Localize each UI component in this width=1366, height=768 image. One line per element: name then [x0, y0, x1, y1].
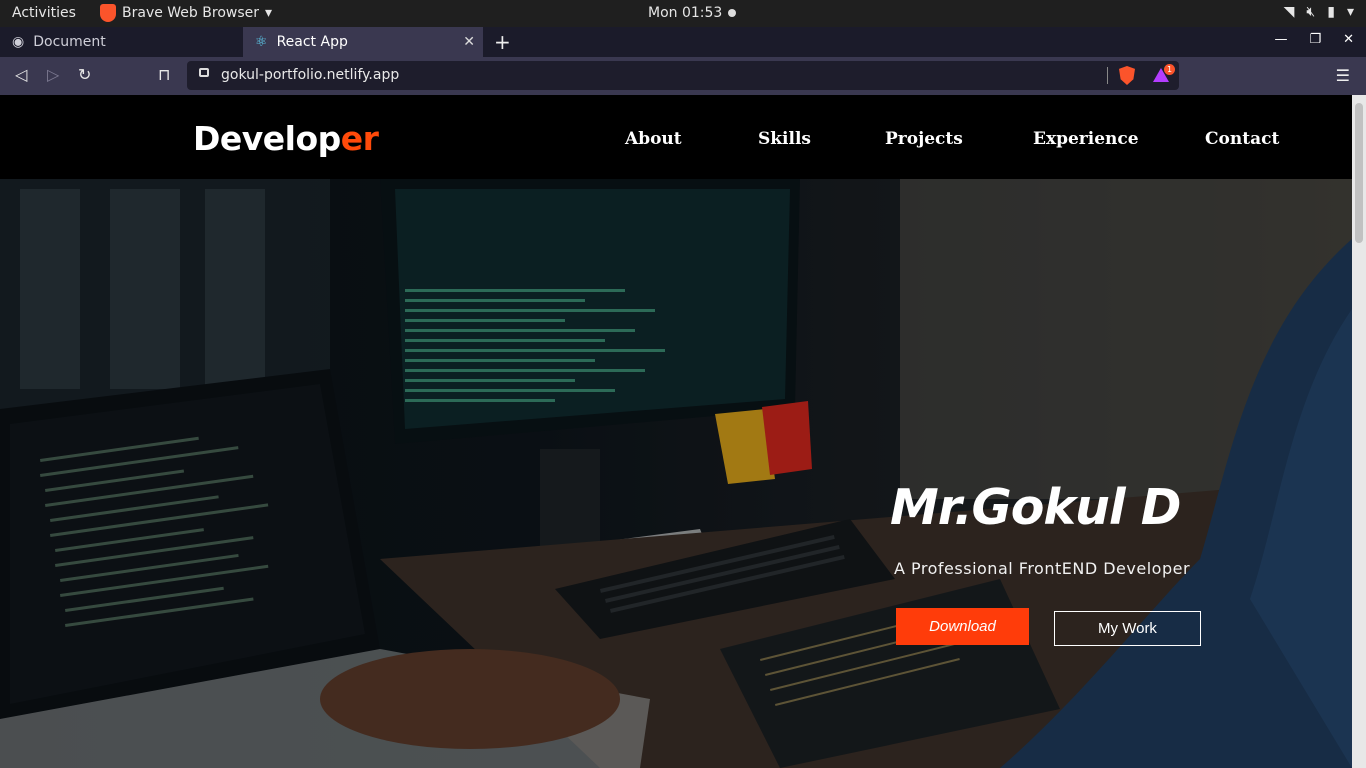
- lock-icon: [199, 68, 209, 77]
- new-tab-button[interactable]: +: [494, 30, 511, 54]
- page-viewport: Developer About Skills Projects Experien…: [0, 95, 1352, 768]
- nav-experience[interactable]: Experience: [1033, 129, 1139, 149]
- window-controls: — ❐ ✕: [1274, 32, 1354, 47]
- react-icon: ⚛: [255, 34, 268, 50]
- wifi-icon[interactable]: ◥: [1284, 4, 1295, 20]
- tab-react-app[interactable]: ⚛ React App ✕: [243, 27, 483, 57]
- rewards-badge: 1: [1164, 64, 1175, 75]
- back-button[interactable]: ◁: [15, 65, 27, 84]
- logo-main-text: Develop: [193, 119, 341, 158]
- site-logo[interactable]: Developer: [193, 119, 379, 158]
- hero-name: Mr.Gokul D: [890, 479, 1181, 536]
- divider: [1107, 67, 1108, 84]
- clock[interactable]: Mon 01:53: [648, 5, 737, 21]
- tab-title: React App: [276, 34, 348, 50]
- bookmark-icon[interactable]: ⊓: [158, 65, 170, 84]
- url-text[interactable]: gokul-portfolio.netlify.app: [221, 67, 399, 83]
- nav-contact[interactable]: Contact: [1205, 129, 1279, 149]
- battery-icon[interactable]: ▮: [1327, 4, 1335, 20]
- address-bar[interactable]: gokul-portfolio.netlify.app 1: [187, 61, 1179, 90]
- notification-dot-icon: [728, 9, 737, 17]
- hero-subtitle: A Professional FrontEND Developer: [894, 559, 1191, 578]
- brave-lion-icon: [100, 4, 116, 22]
- close-window-icon[interactable]: ✕: [1343, 32, 1354, 47]
- nav-about[interactable]: About: [625, 129, 682, 149]
- site-header: Developer About Skills Projects Experien…: [0, 95, 1352, 179]
- system-tray[interactable]: ◥ 🔇︎ ▮ ▾: [1284, 4, 1354, 20]
- page-scrollbar[interactable]: [1352, 95, 1366, 768]
- menu-icon[interactable]: ☰: [1336, 66, 1350, 85]
- browser-toolbar: ◁ ▷ ↻ ⊓ gokul-portfolio.netlify.app 1 ☰: [0, 57, 1366, 95]
- chevron-down-icon[interactable]: ▾: [1347, 4, 1354, 20]
- tab-document[interactable]: ◉ Document: [0, 27, 243, 57]
- close-tab-icon[interactable]: ✕: [463, 34, 475, 50]
- volume-muted-icon[interactable]: 🔇︎: [1306, 4, 1315, 20]
- download-button[interactable]: Download: [896, 608, 1029, 645]
- globe-icon: ◉: [12, 34, 25, 50]
- app-menu-label: Brave Web Browser: [122, 5, 259, 21]
- activities-button[interactable]: Activities: [12, 5, 76, 21]
- my-work-button[interactable]: My Work: [1054, 611, 1201, 646]
- tab-strip: ◉ Document ⚛ React App ✕ + — ❐ ✕: [0, 27, 1366, 57]
- logo-accent-text: er: [340, 119, 379, 158]
- reload-button[interactable]: ↻: [78, 65, 91, 84]
- restore-icon[interactable]: ❐: [1309, 32, 1321, 47]
- system-top-bar: Activities Brave Web Browser ▾ Mon 01:53…: [0, 0, 1366, 27]
- hero-section: Mr.Gokul D A Professional FrontEND Devel…: [0, 179, 1352, 768]
- nav-projects[interactable]: Projects: [885, 129, 963, 149]
- tab-title: Document: [33, 34, 106, 50]
- minimize-icon[interactable]: —: [1274, 32, 1287, 47]
- clock-label: Mon 01:53: [648, 5, 723, 21]
- chevron-down-icon: ▾: [265, 5, 273, 21]
- scrollbar-thumb[interactable]: [1355, 103, 1363, 243]
- brave-shields-icon[interactable]: [1119, 66, 1135, 85]
- app-menu[interactable]: Brave Web Browser ▾: [100, 4, 272, 22]
- forward-button[interactable]: ▷: [47, 65, 59, 84]
- hero-background-image: [0, 179, 1352, 768]
- nav-skills[interactable]: Skills: [758, 129, 811, 149]
